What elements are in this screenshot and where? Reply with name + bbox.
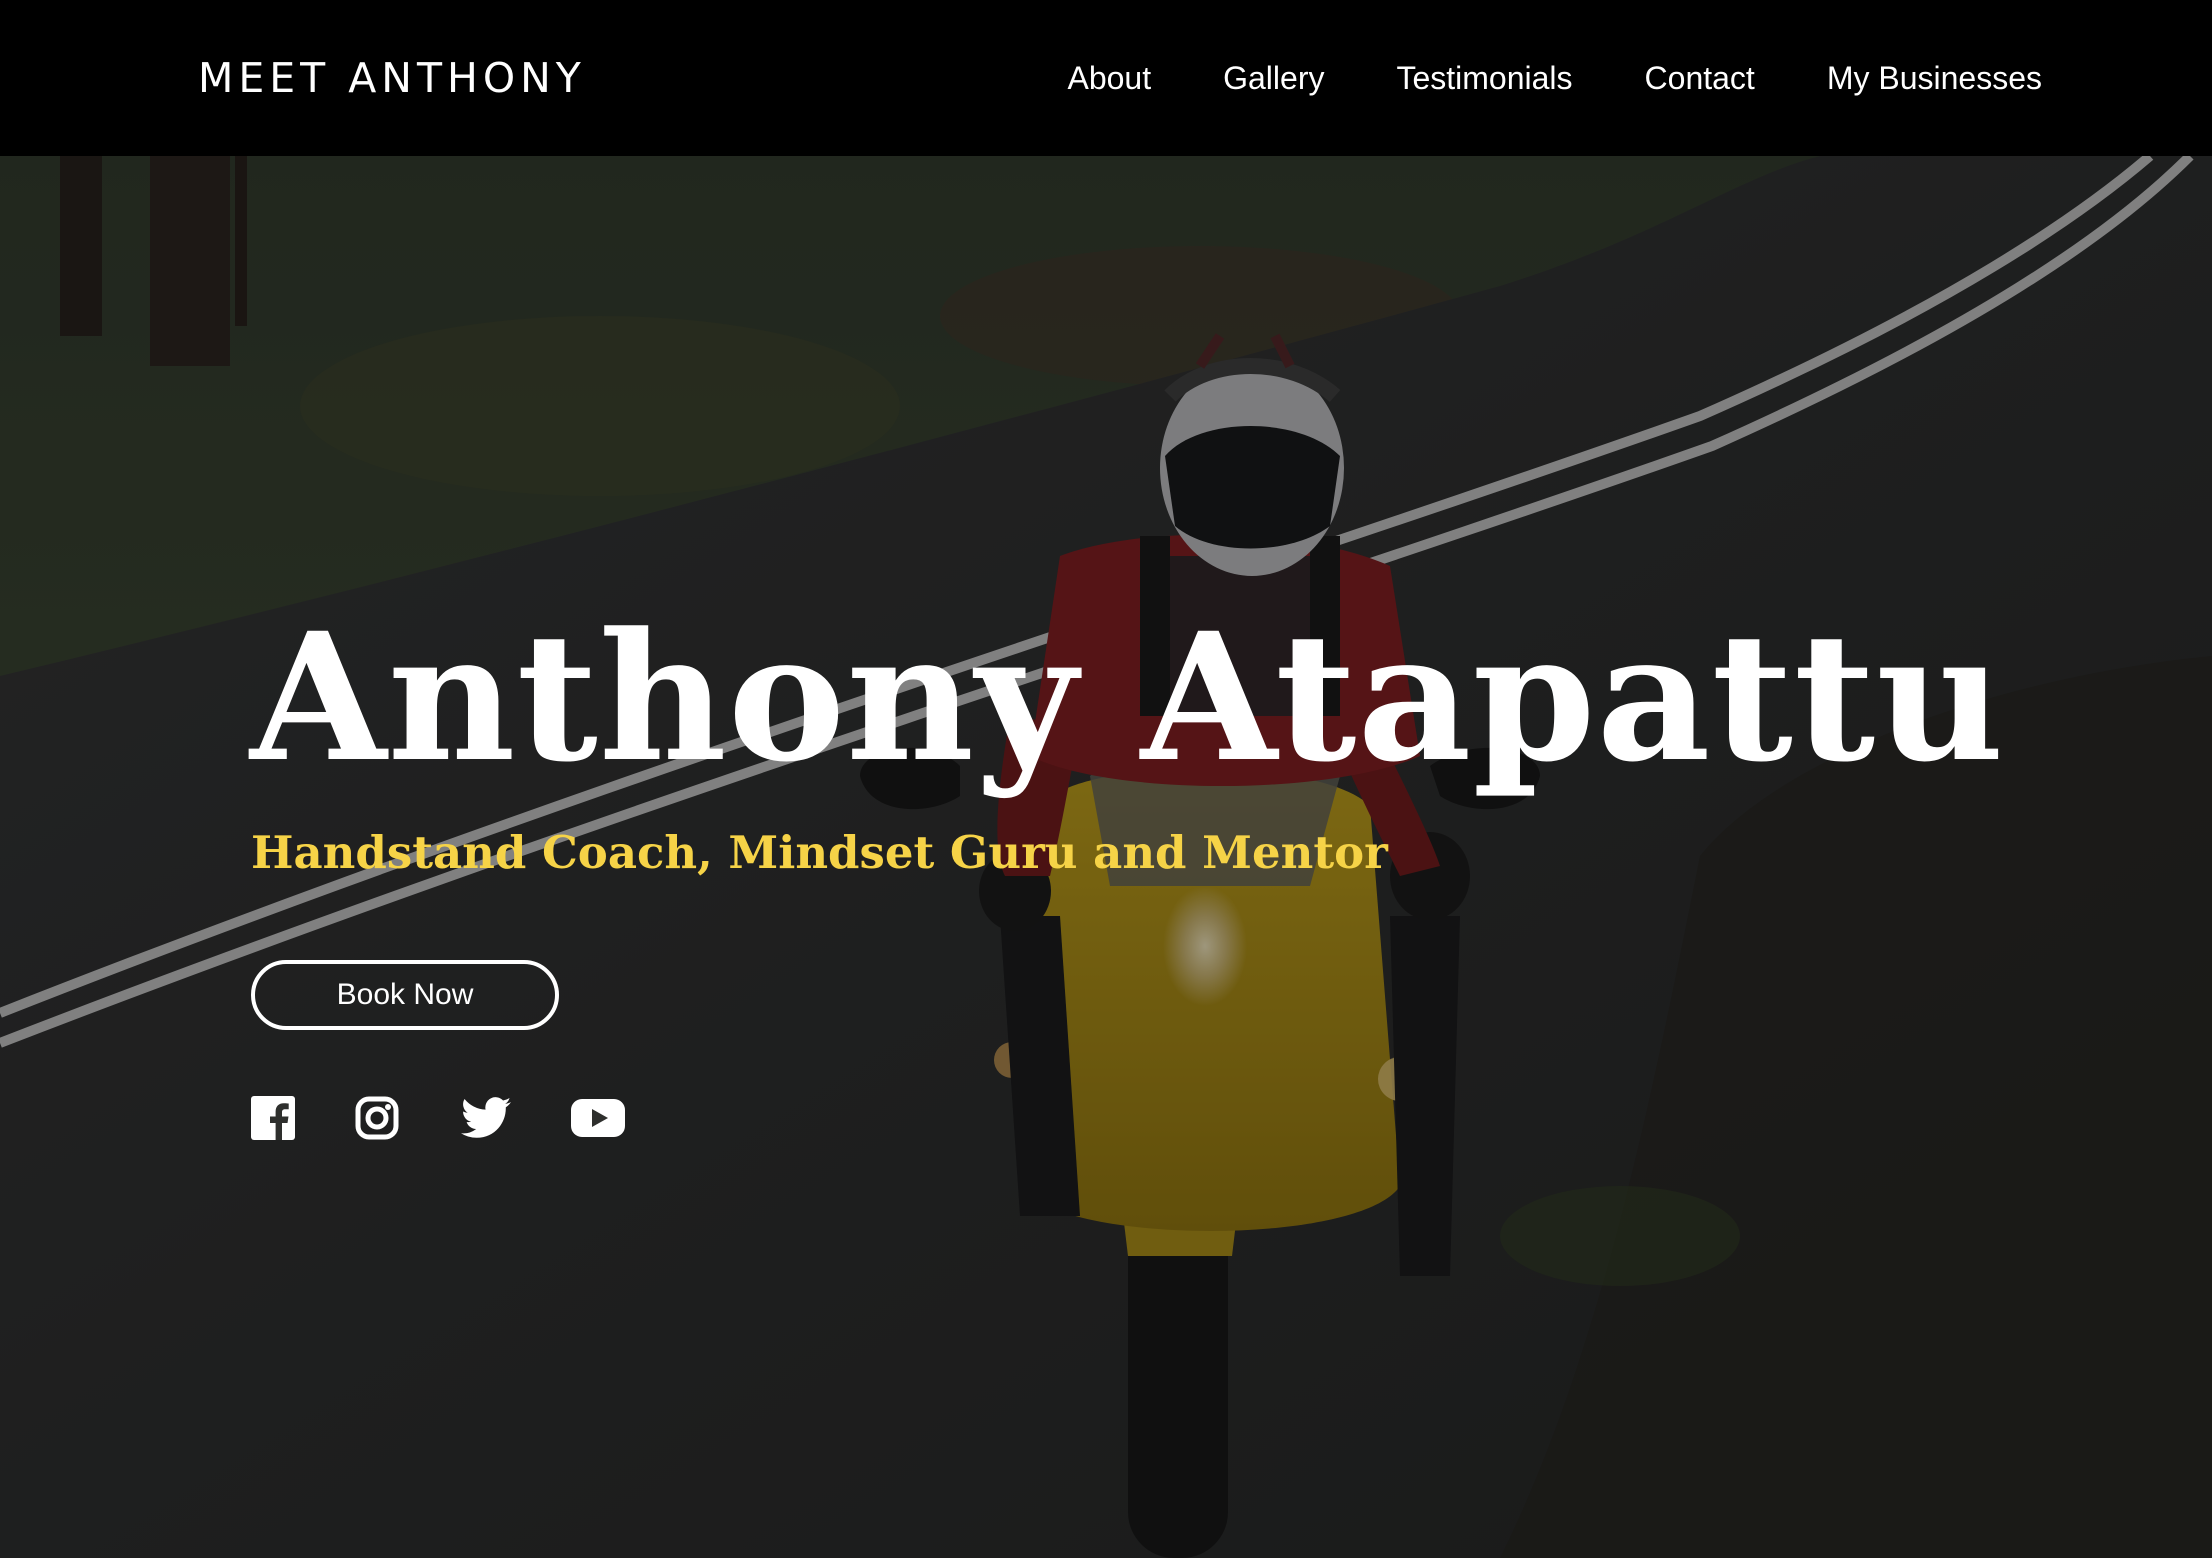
- twitter-icon[interactable]: [461, 1097, 511, 1139]
- instagram-icon[interactable]: [355, 1096, 399, 1140]
- hero-section: Anthony Atapattu Handstand Coach, Mindse…: [0, 156, 2212, 1558]
- nav-item-testimonials[interactable]: Testimonials: [1396, 52, 1572, 104]
- top-navbar: MEET ANTHONY About Gallery Testimonials …: [0, 0, 2212, 156]
- nav-item-my-businesses[interactable]: My Businesses: [1827, 52, 2042, 104]
- site-logo[interactable]: MEET ANTHONY: [198, 50, 586, 106]
- youtube-icon[interactable]: [571, 1098, 625, 1138]
- hero-content: Anthony Atapattu Handstand Coach, Mindse…: [0, 156, 2212, 1558]
- book-now-button[interactable]: Book Now: [251, 960, 559, 1030]
- facebook-icon[interactable]: [251, 1096, 295, 1140]
- nav-item-contact[interactable]: Contact: [1645, 52, 1755, 104]
- hero-subtitle: Handstand Coach, Mindset Guru and Mentor: [251, 826, 1388, 879]
- page: MEET ANTHONY About Gallery Testimonials …: [0, 0, 2212, 1558]
- hero-title: Anthony Atapattu: [250, 594, 2006, 801]
- nav-item-gallery[interactable]: Gallery: [1223, 52, 1324, 104]
- social-links: [251, 1096, 625, 1140]
- nav-item-about[interactable]: About: [1067, 52, 1151, 104]
- main-nav: About Gallery Testimonials Contact My Bu…: [1067, 52, 2042, 104]
